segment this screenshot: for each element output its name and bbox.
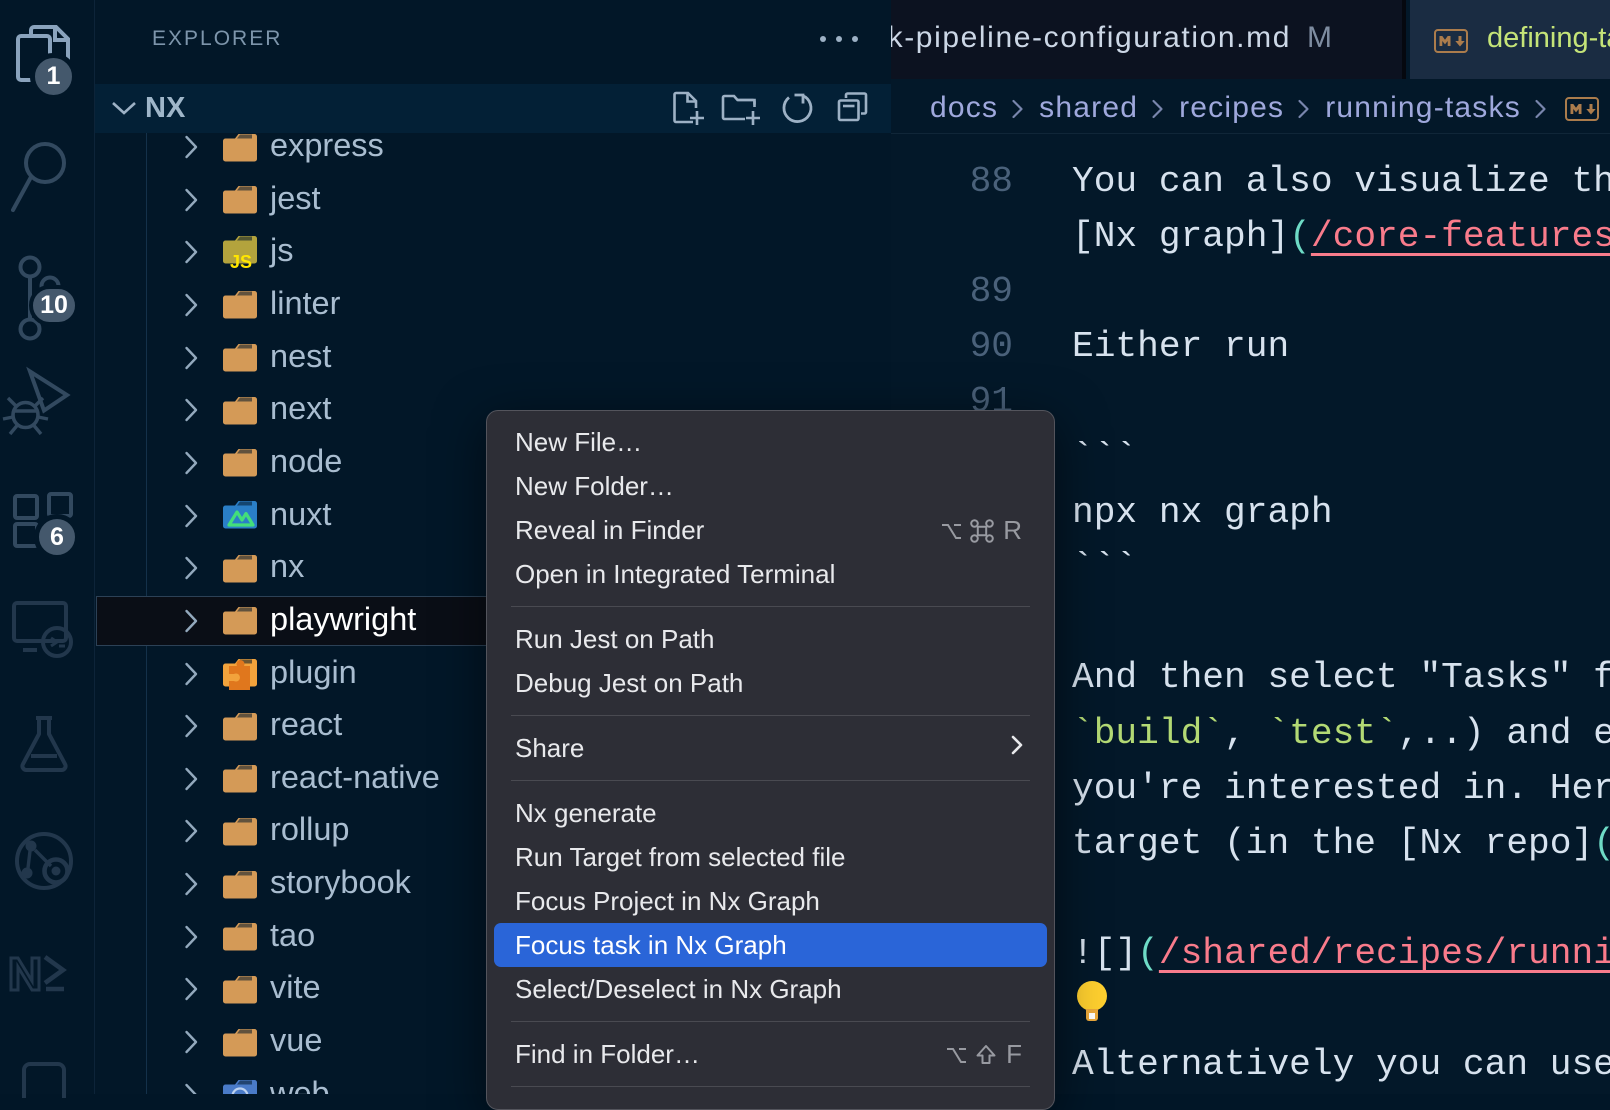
svg-text:JS: JS xyxy=(230,252,252,270)
